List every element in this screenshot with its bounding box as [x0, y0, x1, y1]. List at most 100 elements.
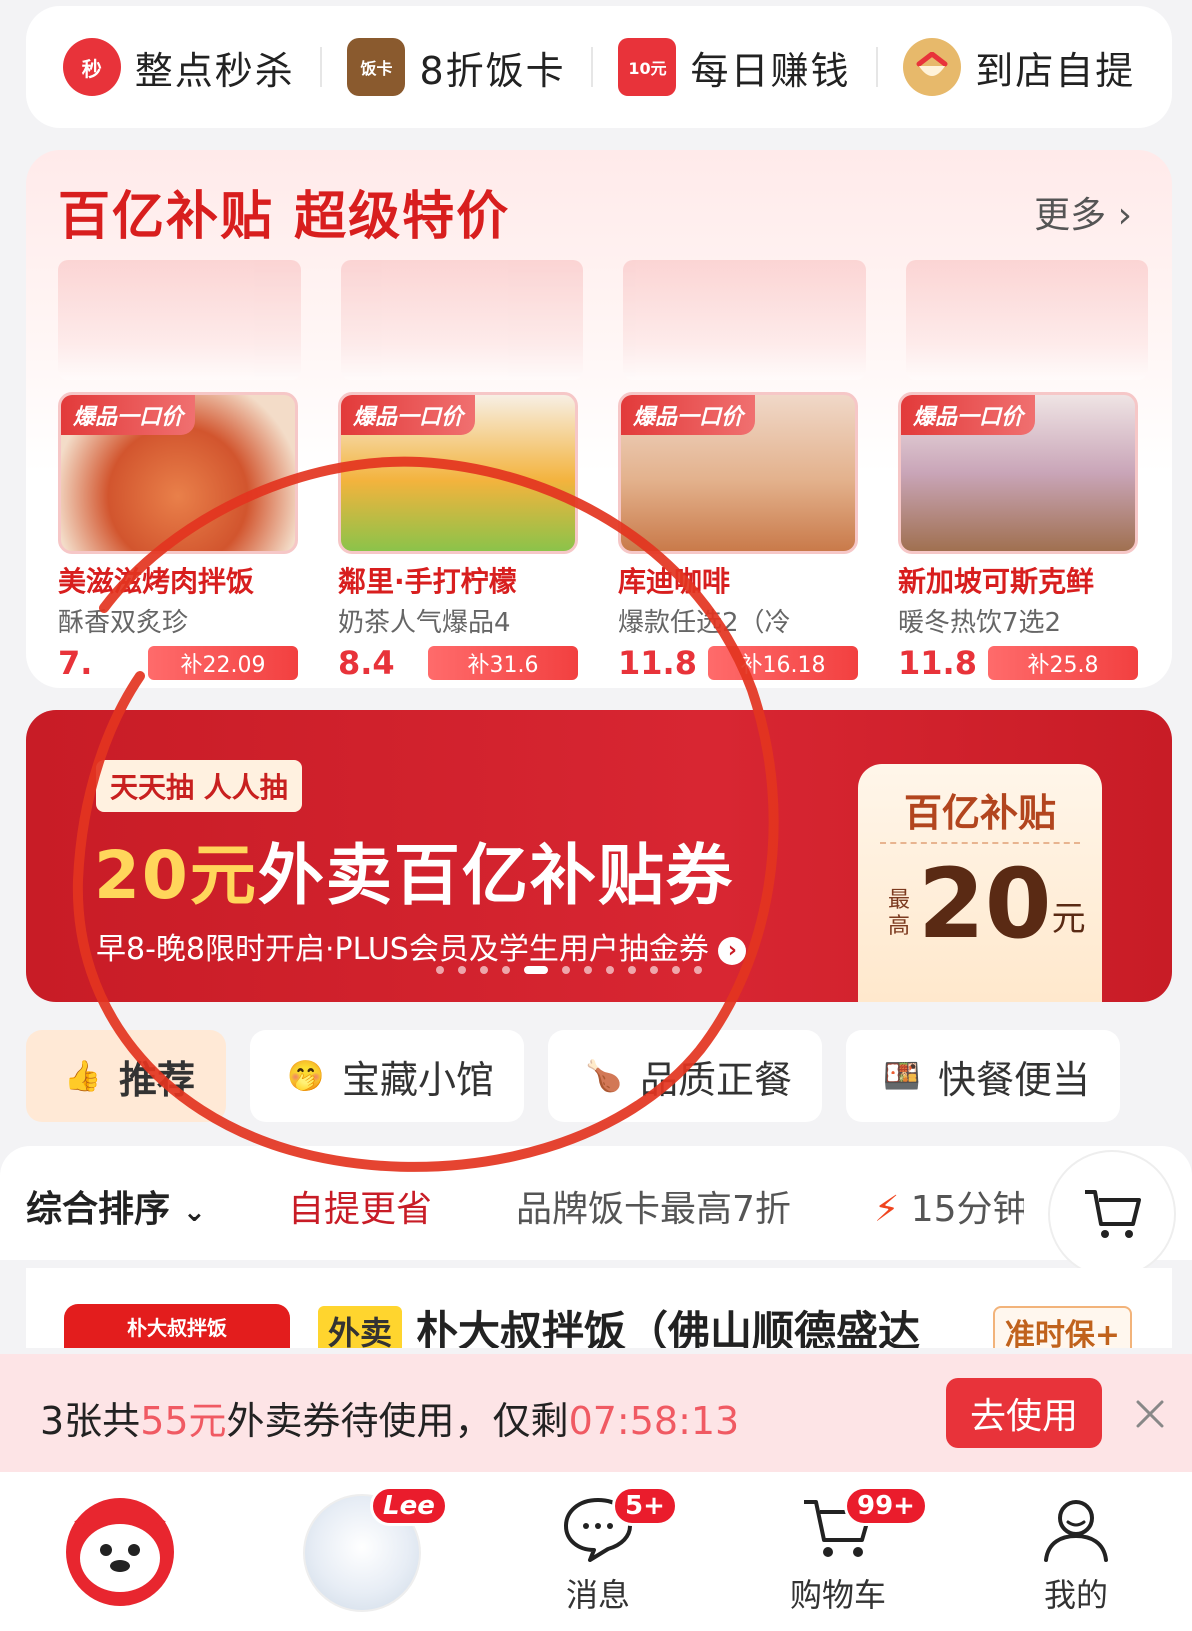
product-name: 新加坡可斯克鲜 [898, 565, 1095, 598]
tab-treasure-restaurants[interactable]: 🤭 宝藏小馆 [250, 1030, 524, 1122]
product-price: 7. [58, 644, 93, 682]
sort-overall-label: 综合排序 [26, 1189, 171, 1230]
coupon-prefix: 最高 [888, 888, 911, 939]
reminder-prefix: 3张共 [40, 1399, 141, 1443]
flash-sale-clock-icon: 秒 [62, 38, 121, 96]
user-icon [1044, 1500, 1108, 1562]
nav-feed[interactable]: Lee [262, 1472, 462, 1631]
chevron-right-icon: › [1117, 195, 1132, 236]
tab-fast-food[interactable]: 🍱 快餐便当 [846, 1030, 1120, 1122]
coupon-banner[interactable]: 天天抽 人人抽 20元外卖百亿补贴券 早8-晚8限时开启·PLUS会员及学生用户… [26, 710, 1172, 1002]
reminder-text: 3张共55元外卖券待使用，仅剩07:58:13 [40, 1390, 739, 1445]
product-price: 8.4 [338, 644, 395, 682]
product-tag: 爆品一口价 [341, 395, 476, 435]
tab-label: 推荐 [118, 1057, 195, 1102]
sort-pickup[interactable]: 自提更省 [288, 1180, 432, 1232]
daily-earn-calendar-icon: 10元 [618, 38, 677, 96]
bottom-navigation: Lee 消息 5+ 购物车 99+ 我的 [0, 1472, 1192, 1631]
divider [875, 47, 878, 87]
sort-overall[interactable]: 综合排序 ⌄ [26, 1180, 206, 1232]
nav-cart[interactable]: 购物车 99+ [738, 1472, 938, 1631]
lightning-icon: ⚡ [874, 1189, 900, 1230]
price-row: 7. 补22.09 [58, 644, 298, 682]
subsidy-badge: 补25.8 [988, 646, 1138, 680]
divider [320, 47, 323, 87]
nav-me[interactable]: 我的 [976, 1472, 1176, 1631]
product-row: 爆品一口价 美滋滋烤肉拌饭 酥香双炙珍 7. 补22.09 爆品一口价 鄰里·手… [58, 392, 1148, 682]
floating-cart-button[interactable] [1048, 1150, 1176, 1278]
tab-recommend[interactable]: 👍 推荐 [26, 1030, 226, 1122]
product-subtitle: 酥香双炙珍 [58, 608, 189, 638]
product-subtitle: 奶茶人气爆品4 [338, 608, 511, 638]
quick-entry-bar: 秒 整点秒杀 饭卡 8折饭卡 10元 每日赚钱 到店自提 [26, 6, 1172, 128]
quick-item-label: 到店自提 [975, 48, 1136, 93]
product-subtitle: 爆款任选2（冷 [618, 608, 791, 638]
shop-name: 朴大叔拌饭（佛山顺德盛达 [416, 1307, 921, 1348]
cart-icon [1085, 1190, 1141, 1238]
product-subtitle: 暖冬热饮7选2 [898, 608, 1062, 638]
tab-label: 快餐便当 [937, 1057, 1090, 1102]
section-title: 百亿补贴 超级特价 [58, 187, 511, 247]
sort-brand-card[interactable]: 品牌饭卡最高7折 [516, 1180, 791, 1232]
category-tabs: 👍 推荐 🤭 宝藏小馆 🍗 品质正餐 🍱 快餐便当 [26, 1030, 1172, 1122]
banner-description: 早8-晚8限时开启·PLUS会员及学生用户抽金券 › [96, 924, 747, 968]
product-card[interactable]: 爆品一口价 美滋滋烤肉拌饭 酥香双炙珍 7. 补22.09 [58, 392, 298, 682]
quick-item-daily-earn[interactable]: 10元 每日赚钱 [618, 38, 850, 96]
product-tag: 爆品一口价 [61, 395, 196, 435]
tab-quality-meals[interactable]: 🍗 品质正餐 [548, 1030, 822, 1122]
product-image: 爆品一口价 [618, 392, 858, 554]
product-price: 11.8 [898, 644, 977, 682]
use-coupon-button[interactable]: 去使用 [946, 1378, 1102, 1448]
product-card[interactable]: 爆品一口价 鄰里·手打柠檬 奶茶人气爆品4 8.4 补31.6 [338, 392, 578, 682]
nav-messages[interactable]: 消息 5+ [498, 1472, 698, 1631]
coupon-card: 百亿补贴 最高 20 元 [858, 764, 1102, 1002]
nav-home[interactable] [20, 1472, 220, 1631]
more-link[interactable]: 更多 › [1034, 186, 1132, 238]
coupon-value: 最高 20 元 [888, 850, 1086, 958]
carousel-dots [436, 966, 702, 974]
on-time-badge: 准时保+ [992, 1306, 1132, 1348]
quick-item-store-pickup[interactable]: 到店自提 [903, 38, 1135, 96]
nav-label: 购物车 [789, 1576, 886, 1614]
product-name: 库迪咖啡 [618, 565, 731, 598]
product-card[interactable]: 爆品一口价 新加坡可斯克鲜 暖冬热饮7选2 11.8 补25.8 [898, 392, 1138, 682]
subsidy-badge: 补22.09 [148, 646, 298, 680]
sort-filter-row: 综合排序 ⌄ 自提更省 品牌饭卡最高7折 ⚡ 15分钟 筛选 [0, 1146, 1192, 1260]
product-tag: 爆品一口价 [901, 395, 1036, 435]
coupon-unit: 元 [1051, 899, 1086, 939]
cart-badge: 99+ [844, 1486, 928, 1526]
sort-fast-delivery[interactable]: ⚡ 15分钟 [874, 1180, 1024, 1232]
roast-chicken-icon: 🍗 [585, 1058, 623, 1094]
faded-product-card [58, 260, 301, 380]
shop-logo: 朴大叔拌饭 [64, 1304, 290, 1348]
product-image: 爆品一口价 [898, 392, 1138, 554]
close-icon[interactable] [1130, 1394, 1170, 1434]
reminder-middle: 外卖券待使用，仅剩 [226, 1399, 569, 1443]
price-row: 8.4 补31.6 [338, 644, 578, 682]
bento-box-icon: 🍱 [883, 1058, 921, 1094]
quick-item-label: 8折饭卡 [419, 48, 566, 93]
jd-mascot-icon [66, 1498, 174, 1606]
product-card[interactable]: 爆品一口价 库迪咖啡 爆款任选2（冷 11.8 补16.18 [618, 392, 858, 682]
quick-item-label: 每日赚钱 [690, 48, 851, 93]
subsidy-section: 百亿补贴 超级特价 更多 › 爆品一口价 美滋滋烤肉拌饭 酥香双炙珍 7. 补2… [26, 150, 1172, 688]
shop-card[interactable]: 朴大叔拌饭 外卖 朴大叔拌饭（佛山顺德盛达 准时保+ [26, 1268, 1172, 1348]
banner-title: 20元外卖百亿补贴券 [94, 822, 734, 918]
meal-card-icon: 饭卡 [347, 38, 406, 96]
quick-item-meal-card[interactable]: 饭卡 8折饭卡 [347, 38, 565, 96]
product-price: 11.8 [618, 644, 697, 682]
faded-product-card [340, 260, 583, 380]
smiling-face-icon: 🤭 [287, 1058, 325, 1094]
banner-title-highlight: 20元 [94, 837, 258, 914]
price-row: 11.8 补25.8 [898, 644, 1138, 682]
divider [880, 842, 1080, 844]
coupon-heading: 百亿补贴 [903, 791, 1056, 835]
product-name: 鄰里·手打柠檬 [338, 565, 517, 598]
nav-label: 消息 [565, 1576, 630, 1614]
sort-fast-label: 15分钟 [910, 1189, 1024, 1230]
product-image: 爆品一口价 [338, 392, 578, 554]
faded-product-card [623, 260, 866, 380]
chevron-right-circle-icon: › [718, 936, 747, 965]
quick-item-flash-sale[interactable]: 秒 整点秒杀 [62, 38, 295, 96]
banner-chip: 天天抽 人人抽 [96, 760, 302, 812]
